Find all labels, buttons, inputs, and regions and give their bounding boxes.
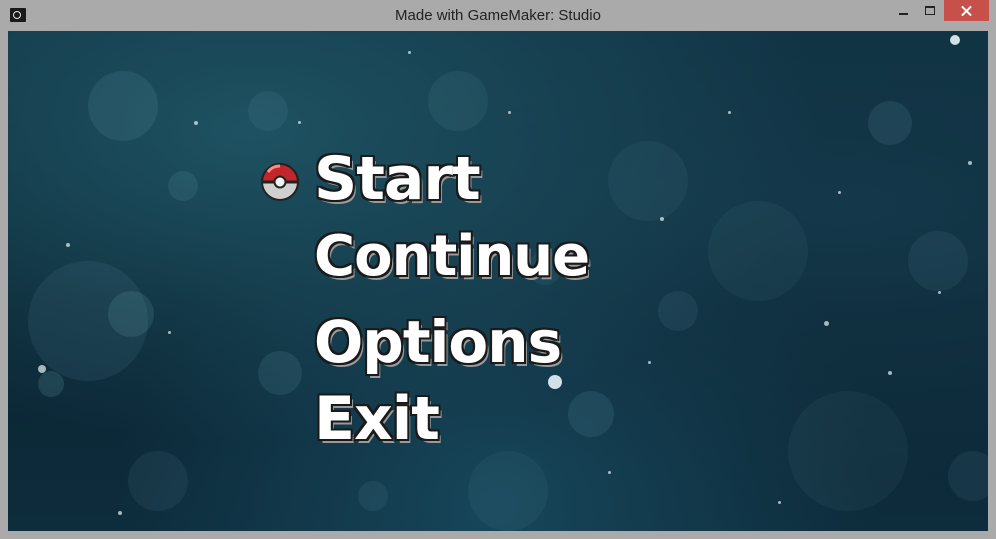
rain-drop — [938, 291, 941, 294]
rain-drop — [194, 121, 198, 125]
bokeh-light — [788, 391, 908, 511]
pokeball-icon — [260, 163, 300, 201]
bokeh-light — [868, 101, 912, 145]
bokeh-light — [88, 71, 158, 141]
close-icon[interactable] — [944, 0, 989, 21]
window-title: Made with GameMaker: Studio — [395, 7, 601, 24]
rain-drop — [38, 365, 46, 373]
rain-drop — [548, 375, 562, 389]
bokeh-light — [658, 291, 698, 331]
bokeh-light — [908, 231, 968, 291]
bokeh-light — [128, 451, 188, 511]
bokeh-light — [568, 391, 614, 437]
rain-drop — [660, 217, 664, 221]
bokeh-light — [168, 171, 198, 201]
rain-drop — [608, 471, 611, 474]
menu-item-continue[interactable]: Continue — [314, 229, 590, 285]
bokeh-light — [108, 291, 154, 337]
rain-drop — [824, 321, 829, 326]
game-window: Made with GameMaker: Studio Start Contin… — [0, 0, 996, 539]
minimize-icon[interactable] — [890, 0, 917, 21]
bokeh-light — [428, 71, 488, 131]
menu-item-options[interactable]: Options — [314, 313, 562, 371]
rain-drop — [838, 191, 841, 194]
bokeh-light — [608, 141, 688, 221]
bokeh-light — [468, 451, 548, 531]
rain-drop — [168, 331, 171, 334]
rain-drop — [648, 361, 651, 364]
bokeh-light — [38, 371, 64, 397]
rain-drop — [118, 511, 122, 515]
menu-item-exit[interactable]: Exit — [314, 389, 440, 449]
bokeh-light — [258, 351, 302, 395]
rain-drop — [778, 501, 781, 504]
rain-drop — [508, 111, 511, 114]
bokeh-light — [708, 201, 808, 301]
rain-drop — [888, 371, 892, 375]
rain-drop — [298, 121, 301, 124]
rain-drop — [950, 35, 960, 45]
title-bar[interactable]: Made with GameMaker: Studio — [0, 0, 996, 31]
menu-item-start[interactable]: Start — [314, 149, 481, 209]
bokeh-light — [948, 451, 988, 501]
bokeh-light — [248, 91, 288, 131]
maximize-icon[interactable] — [917, 0, 944, 21]
rain-drop — [408, 51, 411, 54]
bokeh-light — [358, 481, 388, 511]
rain-drop — [728, 111, 731, 114]
rain-drop — [968, 161, 972, 165]
rain-drop — [66, 243, 70, 247]
game-canvas[interactable]: Start Continue Options Exit — [8, 31, 988, 531]
